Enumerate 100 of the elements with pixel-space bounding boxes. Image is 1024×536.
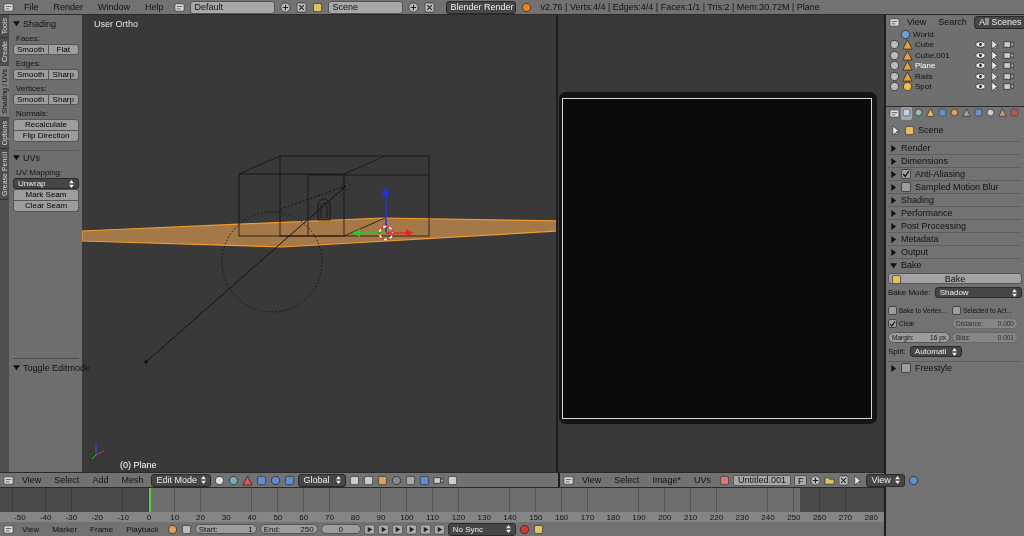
checkbox[interactable]	[888, 319, 897, 328]
mesh-icon[interactable]	[902, 49, 913, 61]
disclosure-triangle-icon[interactable]	[890, 248, 897, 256]
tool-button[interactable]: Smooth	[13, 44, 49, 55]
fake-user-button[interactable]: F	[793, 474, 808, 486]
disclosure-triangle-icon[interactable]	[890, 235, 897, 243]
bake-button[interactable]: Bake	[888, 273, 1022, 284]
mode-dropdown[interactable]: Edit Mode	[151, 473, 212, 487]
editor-type-icon[interactable]	[3, 474, 14, 486]
tool-button[interactable]: Smooth	[13, 94, 49, 105]
outliner-item[interactable]: Plane	[915, 61, 936, 71]
split-dropdown[interactable]: Automati	[909, 346, 962, 357]
close-icon[interactable]	[838, 474, 850, 486]
context-tab[interactable]	[925, 107, 936, 120]
disclosure-triangle-icon[interactable]	[890, 261, 897, 269]
disclosure-triangle-icon[interactable]	[890, 183, 897, 191]
cursor-icon[interactable]	[989, 81, 1000, 93]
disclosure-triangle-icon[interactable]	[13, 20, 20, 27]
checkbox[interactable]	[901, 363, 911, 373]
menu-item[interactable]: Playback	[121, 524, 164, 534]
panel-title[interactable]: Post Processing	[901, 221, 967, 231]
disclosure-triangle-icon[interactable]	[13, 154, 20, 161]
menu-item[interactable]: Frame	[85, 524, 119, 534]
outliner-item[interactable]: World	[913, 29, 934, 39]
camera-icon[interactable]	[1003, 81, 1014, 93]
panel-title[interactable]: Shading	[23, 18, 57, 29]
menu-item[interactable]: Select	[49, 475, 85, 485]
scene-field[interactable]: Scene	[327, 0, 403, 14]
menu-item[interactable]: View	[902, 17, 932, 27]
camera-icon[interactable]	[1003, 39, 1014, 51]
panel-title[interactable]: Metadata	[901, 234, 939, 244]
filter-dropdown[interactable]: All Scenes	[973, 15, 1024, 29]
menu-item[interactable]: View	[17, 524, 45, 534]
disclosure-triangle-icon[interactable]	[890, 196, 897, 204]
disclosure-triangle-icon[interactable]	[13, 364, 20, 371]
context-tab[interactable]	[913, 107, 924, 120]
outliner-item[interactable]: Spot	[915, 82, 932, 92]
close-icon[interactable]	[295, 1, 307, 13]
panel-title[interactable]: Bake	[901, 260, 922, 270]
tool-button[interactable]: Clear Seam	[13, 201, 79, 212]
outliner-item[interactable]: Cube.001	[915, 50, 950, 60]
eye-icon[interactable]	[975, 49, 986, 61]
orientation-dropdown[interactable]: Global	[298, 473, 347, 487]
add-icon[interactable]	[810, 474, 822, 486]
eye-icon[interactable]	[975, 39, 986, 51]
menu-item[interactable]: UVs	[688, 475, 716, 485]
disclosure-triangle-icon[interactable]	[890, 209, 897, 217]
disclosure-triangle-icon[interactable]	[890, 157, 897, 165]
menu-item[interactable]: Help	[140, 2, 169, 12]
tool-button[interactable]: Smooth	[13, 69, 49, 80]
camera-icon[interactable]	[1003, 60, 1014, 72]
eye-icon[interactable]	[975, 70, 986, 82]
sync-dropdown[interactable]: No Sync	[447, 522, 516, 536]
menu-item[interactable]: Select	[609, 475, 645, 485]
panel-title[interactable]: Output	[901, 247, 929, 257]
view-dropdown[interactable]: View	[866, 473, 905, 487]
checkbox[interactable]	[888, 306, 897, 315]
add-icon[interactable]	[407, 1, 419, 13]
viewport-scene-drawing[interactable]	[82, 155, 556, 364]
close-icon[interactable]	[423, 1, 435, 13]
menu-item[interactable]: Search	[933, 17, 972, 27]
camera-icon[interactable]	[1003, 70, 1014, 82]
menu-item[interactable]: Image*	[647, 475, 686, 485]
camera-icon[interactable]	[1003, 49, 1014, 61]
mesh-icon[interactable]	[902, 70, 913, 82]
cursor-icon[interactable]	[989, 49, 1000, 61]
checkbox[interactable]	[901, 182, 911, 192]
editor-type-icon[interactable]	[563, 474, 574, 486]
cursor-icon[interactable]	[989, 39, 1000, 51]
uv-mapping-dropdown[interactable]: Unwrap	[13, 178, 79, 189]
tool-button[interactable]: Flip Direction	[13, 131, 79, 142]
panel-title[interactable]: UVs	[23, 152, 40, 163]
end-frame-field[interactable]: End: 250	[259, 524, 318, 534]
layout-field[interactable]: Default	[189, 0, 275, 14]
context-tab[interactable]	[901, 107, 912, 120]
editor-type-icon[interactable]	[889, 16, 900, 28]
menu-item[interactable]: File	[19, 2, 44, 12]
panel-title[interactable]: Freestyle	[915, 363, 952, 373]
disclosure-triangle-icon[interactable]	[890, 144, 897, 152]
panel-title[interactable]: Anti-Aliasing	[915, 169, 966, 179]
render-engine-dropdown[interactable]: Blender Render	[445, 0, 516, 14]
outliner-item[interactable]: Cube	[915, 40, 935, 50]
mesh-icon[interactable]	[902, 60, 913, 72]
menu-item[interactable]: Add	[87, 475, 114, 485]
editor-type-icon[interactable]	[889, 108, 900, 119]
checkbox[interactable]	[952, 306, 961, 315]
panel-title[interactable]: Dimensions	[901, 156, 949, 166]
context-tab[interactable]	[997, 107, 1008, 120]
play-icon[interactable]	[405, 523, 417, 535]
panel-title[interactable]: Sampled Motion Blur	[915, 182, 999, 192]
cursor-icon[interactable]	[989, 60, 1000, 72]
outliner-item[interactable]: Rails	[915, 71, 933, 81]
tool-button[interactable]: Sharp	[48, 69, 79, 80]
tool-button[interactable]: Sharp	[48, 94, 79, 105]
image-name-field[interactable]: Untitled.001	[732, 474, 791, 486]
add-icon[interactable]	[279, 1, 291, 13]
menu-item[interactable]: Render	[48, 2, 89, 12]
menu-item[interactable]: Mesh	[116, 475, 149, 485]
editor-type-icon[interactable]	[3, 523, 14, 535]
checkbox[interactable]	[901, 169, 911, 179]
